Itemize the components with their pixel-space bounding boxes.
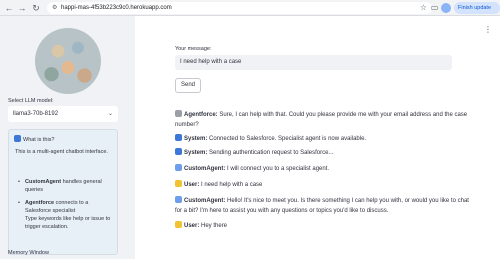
sidebar: Select LLM model: llama3-70b-8192 ⌄ What…: [0, 16, 135, 259]
chat-message: System: Connected to Salesforce. Special…: [175, 134, 475, 144]
main-menu-icon[interactable]: ⋮: [484, 25, 492, 34]
llm-select-label: Select LLM model:: [8, 98, 54, 104]
chat-message: User: I need help with a case: [175, 180, 475, 190]
message-input[interactable]: I need help with a case: [175, 55, 452, 70]
chat-speaker: CustomAgent:: [184, 198, 226, 204]
forward-icon[interactable]: →: [16, 2, 28, 14]
bullet-agent-name: Agentforce: [25, 200, 55, 206]
site-info-icon[interactable]: ⚙: [52, 2, 57, 14]
chat-text: I need help with a case: [199, 182, 263, 188]
info-panel: What is this? This is a multi-agent chat…: [8, 129, 118, 255]
chat-text: Hey there: [199, 223, 228, 229]
chat-speaker: System:: [184, 136, 208, 142]
chat-speaker: CustomAgent:: [184, 166, 226, 172]
finish-update-button[interactable]: Finish update: [454, 2, 500, 14]
list-item: Agentforce connects to a Salesforce spec…: [18, 199, 115, 231]
chat-speaker: Agentforce:: [184, 112, 218, 118]
extensions-icon[interactable]: ▭: [429, 2, 440, 13]
finish-update-label: Finish update: [458, 5, 492, 11]
list-item: CustomAgent handles general queries: [18, 178, 115, 194]
app-logo: [35, 28, 101, 94]
chat-message: User: Hey there: [175, 221, 475, 231]
info-icon: [175, 148, 182, 155]
info-bullets: CustomAgent handles general queries Agen…: [18, 178, 115, 236]
send-button[interactable]: Send: [175, 78, 201, 93]
reload-icon[interactable]: ↻: [30, 2, 42, 14]
smile-icon: [175, 221, 182, 228]
info-icon: [175, 134, 182, 141]
message-label: Your message:: [175, 46, 212, 52]
bullet-agent-hint: Type keywords like help or issue to trig…: [25, 216, 111, 230]
chat-text: I will connect you to a specialist agent…: [225, 166, 330, 172]
robot-icon: [175, 196, 182, 203]
info-header-text: What is this?: [23, 137, 55, 143]
bullet-agent-name: CustomAgent: [25, 179, 62, 185]
profile-avatar[interactable]: [441, 3, 451, 13]
memory-window-label: Memory Window: [8, 250, 49, 256]
smile-icon: [175, 180, 182, 187]
chat-message: CustomAgent: Hello! It's nice to meet yo…: [175, 196, 475, 216]
address-bar[interactable]: ⚙ happi-mas-4f53b223c9c0.herokuapp.com: [47, 2, 432, 14]
bookmark-star-icon[interactable]: ☆: [418, 2, 429, 13]
chat-text: Sure, I can help with that. Could you pl…: [175, 112, 468, 128]
chat-speaker: User:: [184, 223, 200, 229]
chat-message: CustomAgent: I will connect you to a spe…: [175, 164, 475, 174]
chat-text: Connected to Salesforce. Specialist agen…: [207, 136, 367, 142]
back-icon[interactable]: ←: [3, 2, 15, 14]
browser-toolbar: ← → ↻ ⚙ happi-mas-4f53b223c9c0.herokuapp…: [0, 0, 500, 16]
chat-message: Agentforce: Sure, I can help with that. …: [175, 110, 475, 130]
info-header: What is this?: [14, 135, 54, 143]
llm-selected-value: llama3-70b-8192: [13, 111, 59, 117]
chat-speaker: User:: [184, 182, 200, 188]
chat-message: System: Sending authentication request t…: [175, 148, 475, 158]
url-text: happi-mas-4f53b223c9c0.herokuapp.com: [61, 5, 172, 11]
tools-icon: [175, 110, 182, 117]
info-icon: [14, 135, 21, 142]
llm-model-select[interactable]: llama3-70b-8192 ⌄: [8, 106, 118, 122]
chevron-down-icon: ⌄: [107, 111, 113, 117]
info-intro: This is a multi-agent chatbot interface.: [15, 149, 108, 155]
chat-speaker: System:: [184, 150, 208, 156]
robot-icon: [175, 164, 182, 171]
chat-text: Sending authentication request to Salesf…: [207, 150, 334, 156]
